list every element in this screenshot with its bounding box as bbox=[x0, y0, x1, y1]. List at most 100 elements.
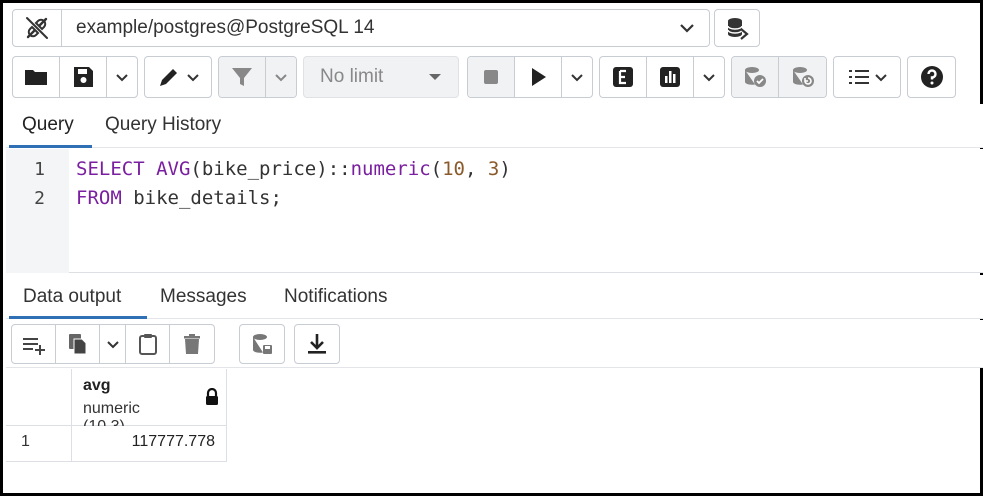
save-data-group bbox=[239, 324, 285, 364]
tab-data-output[interactable]: Data output bbox=[23, 286, 121, 308]
row-limit-select[interactable]: No limit bbox=[303, 56, 459, 98]
chevron-down-icon bbox=[116, 73, 128, 81]
copy-options-dropdown[interactable] bbox=[100, 325, 126, 363]
sql-keyword: FROM bbox=[76, 187, 122, 209]
caret-down-icon bbox=[429, 74, 441, 80]
download-button[interactable] bbox=[295, 325, 339, 363]
row-edit-group bbox=[11, 324, 215, 364]
edit-pencil-icon bbox=[160, 69, 177, 86]
connection-status-button[interactable] bbox=[12, 9, 62, 47]
macros-group bbox=[833, 56, 901, 98]
sql-text: (bike_price):: bbox=[190, 158, 351, 180]
commit-icon bbox=[745, 67, 766, 87]
sql-number: 10 bbox=[442, 158, 465, 180]
output-toolbar bbox=[6, 320, 983, 368]
stop-icon bbox=[484, 70, 498, 84]
play-icon bbox=[532, 68, 546, 86]
tab-query-history[interactable]: Query History bbox=[105, 114, 221, 136]
copy-button[interactable] bbox=[56, 325, 100, 363]
chevron-down-icon bbox=[187, 73, 199, 81]
chevron-down-icon bbox=[275, 73, 287, 81]
connection-select[interactable]: example/postgres@PostgreSQL 14 bbox=[62, 9, 710, 47]
rollback-icon bbox=[792, 67, 814, 87]
lock-icon bbox=[206, 388, 218, 405]
explain-button[interactable] bbox=[600, 57, 647, 97]
connection-bar: example/postgres@PostgreSQL 14 bbox=[12, 9, 760, 47]
execute-button[interactable] bbox=[515, 57, 562, 97]
add-row-icon bbox=[22, 338, 45, 355]
sql-number: 3 bbox=[487, 158, 500, 180]
row-limit-value: No limit bbox=[320, 66, 384, 87]
connection-name: example/postgres@PostgreSQL 14 bbox=[76, 17, 375, 38]
paste-icon bbox=[138, 334, 157, 355]
output-tabs: Data output Messages Notifications bbox=[6, 275, 983, 319]
help-group bbox=[907, 56, 956, 98]
explain-analyze-button[interactable] bbox=[647, 57, 694, 97]
line-number: 2 bbox=[34, 188, 45, 209]
tab-query[interactable]: Query bbox=[22, 114, 74, 136]
explain-options-dropdown[interactable] bbox=[694, 57, 724, 97]
tab-notifications[interactable]: Notifications bbox=[284, 286, 388, 308]
file-group bbox=[12, 56, 138, 98]
edit-menu-button[interactable] bbox=[145, 57, 211, 97]
new-connection-button[interactable] bbox=[714, 9, 760, 47]
sql-editor[interactable]: 1 2 SELECT AVG(bike_price)::numeric(10, … bbox=[6, 149, 983, 273]
sql-text: , bbox=[465, 158, 488, 180]
save-data-button[interactable] bbox=[240, 325, 284, 363]
macros-button[interactable] bbox=[834, 57, 900, 97]
delete-icon bbox=[184, 334, 200, 354]
download-group bbox=[294, 324, 340, 364]
save-file-button[interactable] bbox=[60, 57, 107, 97]
filter-dropdown[interactable] bbox=[266, 57, 296, 97]
chevron-down-icon bbox=[703, 73, 715, 81]
database-icon bbox=[727, 18, 749, 40]
chevron-down-icon bbox=[680, 24, 694, 33]
sql-text: bike_details; bbox=[121, 187, 282, 209]
edit-group bbox=[144, 56, 212, 98]
active-tab-indicator bbox=[9, 145, 92, 148]
add-row-button[interactable] bbox=[12, 325, 56, 363]
help-icon bbox=[920, 66, 943, 88]
filter-button[interactable] bbox=[219, 57, 266, 97]
query-tabs: Query Query History bbox=[6, 104, 983, 148]
save-data-icon bbox=[253, 334, 272, 354]
chevron-down-icon bbox=[875, 73, 887, 81]
rollback-button[interactable] bbox=[779, 57, 826, 97]
code-line: SELECT AVG(bike_price)::numeric(10, 3) bbox=[76, 158, 511, 180]
row-number: 1 bbox=[21, 433, 30, 450]
sql-type: numeric bbox=[350, 158, 431, 180]
open-folder-icon bbox=[25, 70, 47, 85]
cell-value: 117777.778 bbox=[131, 433, 215, 450]
sql-text: ) bbox=[499, 158, 511, 180]
chevron-down-icon bbox=[571, 73, 583, 81]
code-line: FROM bike_details; bbox=[76, 187, 282, 209]
active-tab-indicator bbox=[9, 316, 147, 319]
tab-messages[interactable]: Messages bbox=[160, 286, 247, 308]
connection-status-icon bbox=[26, 17, 48, 39]
sql-function: AVG bbox=[156, 158, 191, 180]
query-toolbar: No limit bbox=[12, 56, 962, 98]
save-icon bbox=[74, 67, 93, 87]
commit-button[interactable] bbox=[732, 57, 779, 97]
save-options-dropdown[interactable] bbox=[107, 57, 137, 97]
editor-gutter: 1 2 bbox=[6, 149, 69, 273]
chevron-down-icon bbox=[106, 340, 119, 348]
column-name: avg bbox=[83, 377, 111, 394]
help-button[interactable] bbox=[908, 57, 955, 97]
filter-group bbox=[218, 56, 297, 98]
transaction-group bbox=[731, 56, 827, 98]
stop-button[interactable] bbox=[468, 57, 515, 97]
explain-analyze-icon bbox=[660, 67, 680, 87]
explain-group bbox=[599, 56, 725, 98]
delete-button[interactable] bbox=[170, 325, 214, 363]
execute-options-dropdown[interactable] bbox=[562, 57, 592, 97]
open-file-button[interactable] bbox=[13, 57, 60, 97]
paste-button[interactable] bbox=[126, 325, 170, 363]
row-number-cell[interactable] bbox=[6, 426, 72, 462]
download-icon bbox=[308, 334, 326, 354]
sql-text: ( bbox=[430, 158, 443, 180]
explain-icon bbox=[613, 67, 633, 87]
grid-corner-cell bbox=[6, 369, 72, 426]
copy-icon bbox=[68, 334, 86, 355]
sql-keyword: SELECT bbox=[76, 158, 145, 180]
